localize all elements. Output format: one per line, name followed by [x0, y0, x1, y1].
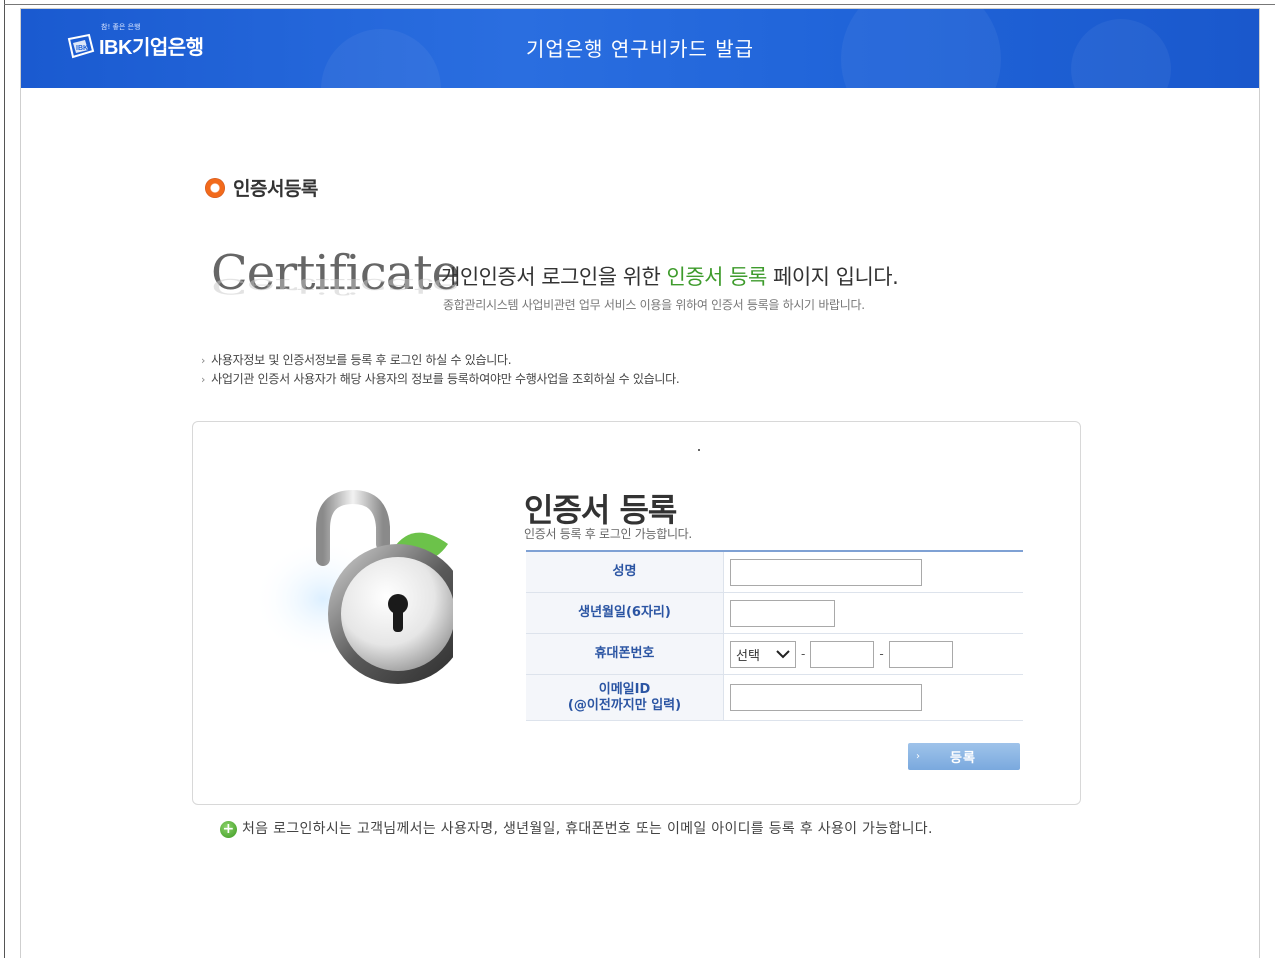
form-row-email: 이메일ID (@이전까지만 입력)	[526, 675, 1023, 721]
register-button-label: 등록	[950, 751, 976, 766]
decorative-dot	[698, 449, 700, 451]
email-id-input[interactable]	[730, 684, 922, 711]
email-field-cell	[724, 675, 1023, 720]
footer-note-text: 처음 로그인하시는 고객님께서는 사용자명, 생년월일, 휴대폰번호 또는 이메…	[242, 820, 933, 837]
note-item: › 사용자정보 및 인증서정보를 등록 후 로그인 하실 수 있습니다.	[201, 351, 679, 370]
name-field-cell	[724, 552, 1023, 592]
birth-field-cell	[724, 593, 1023, 633]
outer-border-top	[4, 4, 1275, 5]
name-input[interactable]	[730, 558, 922, 586]
phone-field-cell: 선택 - -	[724, 634, 1023, 674]
form-subtitle: 인증서 등록 후 로그인 가능합니다.	[524, 527, 692, 541]
intro-heading-highlight: 인증서 등록	[666, 265, 768, 289]
logo-slogan: 참! 좋은 은행	[101, 23, 141, 31]
email-label: 이메일ID (@이전까지만 입력)	[526, 675, 724, 720]
phone-label: 휴대폰번호	[526, 634, 724, 674]
name-label: 성명	[526, 552, 724, 592]
padlock-icon	[253, 489, 468, 689]
phone-prefix-select[interactable]: 선택	[730, 640, 796, 668]
intro-heading-part: 페이지 입니다.	[766, 265, 899, 289]
intro-heading-part: 개인인증서 로그인을 위한	[441, 265, 667, 289]
arrow-right-icon: ›	[201, 373, 206, 386]
phone-prefix-value: 선택	[736, 648, 760, 664]
birth-label: 생년월일(6자리)	[526, 593, 724, 633]
phone-middle-input[interactable]	[810, 640, 875, 668]
section-heading-text: 인증서등록	[233, 178, 318, 200]
email-label-line1: 이메일ID	[598, 681, 651, 697]
note-text: 사업기관 인증서 사용자가 해당 사용자의 정보를 등록하여야만 수행사업을 조…	[211, 372, 680, 386]
notes-list: › 사용자정보 및 인증서정보를 등록 후 로그인 하실 수 있습니다. › 사업기…	[201, 351, 680, 389]
intro-subtext: 종합관리시스템 사업비관련 업무 서비스 이용을 위하여 인증서 등록을 하시기…	[443, 298, 865, 312]
form-row-birth: 생년월일(6자리)	[526, 593, 1023, 634]
phone-separator: -	[801, 647, 806, 661]
plus-circle-icon: +	[220, 821, 237, 838]
section-heading: 인증서등록	[205, 174, 318, 201]
note-item: › 사업기관 인증서 사용자가 해당 사용자의 정보를 등록하여야만 수행사업을 …	[201, 370, 680, 389]
note-text: 사용자정보 및 인증서정보를 등록 후 로그인 하실 수 있습니다.	[211, 353, 512, 367]
form-row-phone: 휴대폰번호 선택 - -	[526, 634, 1023, 675]
certificate-wordmark-reflection: Certificate	[211, 273, 460, 299]
arrow-right-icon: ›	[916, 751, 920, 762]
phone-separator: -	[879, 647, 884, 661]
birth-date-input[interactable]	[730, 599, 835, 627]
page-frame: IBK 참! 좋은 은행 IBK기업은행 기업은행 연구비카드 발급 인증서등록…	[20, 8, 1260, 958]
chevron-down-icon	[776, 650, 790, 659]
phone-last-input[interactable]	[888, 640, 953, 668]
form-row-name: 성명	[526, 552, 1023, 593]
intro-heading: 개인인증서 로그인을 위한 인증서 등록 페이지 입니다.	[441, 261, 899, 291]
register-form: 성명 생년월일(6자리) 휴대폰번호 선택 - - 이메일ID (@이전까지만 …	[526, 550, 1023, 721]
footer-note: + 처음 로그인하시는 고객님께서는 사용자명, 생년월일, 휴대폰번호 또는 …	[220, 817, 933, 838]
register-button[interactable]: › 등록	[908, 743, 1020, 770]
arrow-right-icon: ›	[201, 354, 206, 367]
outer-border-left	[4, 0, 5, 958]
header-bar: IBK 참! 좋은 은행 IBK기업은행 기업은행 연구비카드 발급	[21, 9, 1259, 88]
email-label-line2: (@이전까지만 입력)	[567, 697, 682, 713]
page-title: 기업은행 연구비카드 발급	[525, 37, 755, 61]
bullet-circle-icon	[205, 177, 225, 198]
